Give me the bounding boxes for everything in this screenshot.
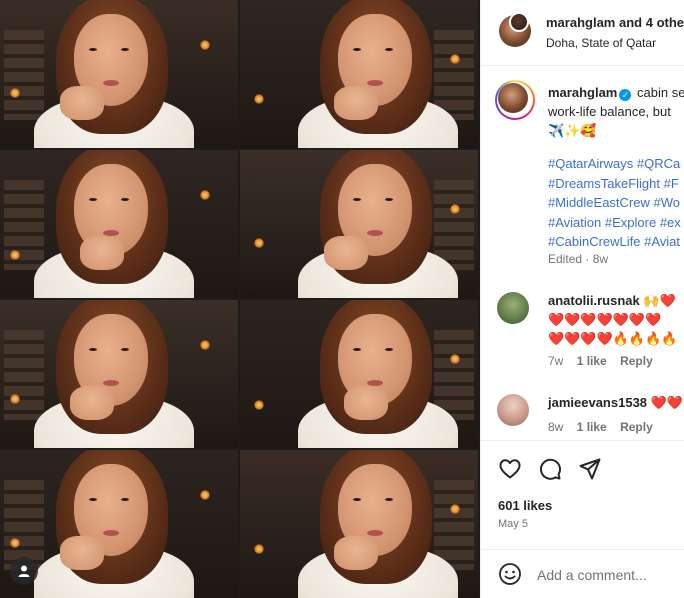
- photo-tile: [0, 150, 238, 298]
- hashtag-link[interactable]: #Aviation: [548, 215, 601, 230]
- hashtag-link[interactable]: #MiddleEastCrew: [548, 195, 650, 210]
- caption-username[interactable]: marahglam: [548, 85, 617, 100]
- caption-hashtags: #QatarAirways #QRCa #DreamsTakeFlight #F…: [548, 154, 681, 252]
- commenter-username[interactable]: anatolii.rusnak 🙌❤️: [548, 293, 676, 309]
- comment-item: anatolii.rusnak 🙌❤️ ❤️❤️❤️❤️❤️❤️❤️ ❤️❤️❤…: [481, 286, 684, 376]
- emoji-icon[interactable]: [498, 562, 522, 586]
- comment-meta: 7w 1 like Reply: [548, 354, 663, 368]
- photo-tile: [240, 0, 478, 148]
- post-photo-collage[interactable]: [0, 0, 480, 598]
- caption-avatar-ring[interactable]: [495, 80, 535, 120]
- coauthor-avatar[interactable]: [509, 12, 529, 32]
- comment-time[interactable]: 7w: [548, 354, 563, 368]
- post-actions: 601 likes May 5: [481, 440, 684, 598]
- account-icon[interactable]: [10, 557, 38, 585]
- hashtag-link[interactable]: #ex: [660, 215, 681, 230]
- hashtag-link[interactable]: #CabinCrewLife: [548, 234, 641, 249]
- photo-tile: [240, 150, 478, 298]
- hashtag-link[interactable]: #F: [664, 176, 679, 191]
- coauthors-link[interactable]: and 4 others: [619, 15, 684, 30]
- comment-text-line-1: 🙌❤️: [643, 293, 676, 308]
- caption-line-2: work-life balance, but: [548, 104, 671, 119]
- post-location[interactable]: Doha, State of Qatar: [546, 36, 656, 50]
- hashtag-link[interactable]: #QRCa: [637, 156, 680, 171]
- likes-count[interactable]: 601 likes: [498, 498, 552, 513]
- person-glyph: [18, 565, 30, 577]
- comment-likes[interactable]: 1 like: [577, 420, 607, 434]
- photo-tile: [240, 300, 478, 448]
- comment-text-line-2: ❤️❤️❤️❤️❤️❤️❤️: [548, 312, 662, 327]
- reply-button[interactable]: Reply: [620, 354, 653, 368]
- add-comment-bar: [481, 549, 684, 598]
- comment-meta: 8w 1 like Reply: [548, 420, 663, 434]
- hashtag-link[interactable]: #QatarAirways: [548, 156, 633, 171]
- post-date[interactable]: May 5: [498, 518, 528, 530]
- caption-line-1: cabin se: [637, 85, 684, 100]
- caption-avatar[interactable]: [498, 83, 528, 113]
- comment-item: jamieevans1538 ❤️❤️ 8w 1 like Reply: [481, 386, 684, 440]
- comment-input[interactable]: [537, 565, 684, 585]
- post-author-line: marahglam and 4 others: [546, 15, 684, 30]
- commenter-username[interactable]: jamieevans1538 ❤️❤️: [548, 395, 683, 411]
- hashtag-link[interactable]: #Wo: [654, 195, 681, 210]
- photo-tile: [0, 300, 238, 448]
- share-icon[interactable]: [578, 457, 602, 481]
- comment-text-line-1: ❤️❤️: [650, 395, 684, 410]
- caption-emoji: ✈️✨🥰: [548, 123, 597, 138]
- comment-icon[interactable]: [538, 457, 562, 481]
- author-username[interactable]: marahglam: [546, 15, 615, 30]
- photo-tile: [0, 0, 238, 148]
- post-side-panel: marahglam and 4 others Doha, State of Qa…: [480, 0, 684, 598]
- caption-text: marahglam ✓ cabin se work-life balance, b…: [548, 83, 684, 140]
- verified-badge-icon: ✓: [619, 89, 632, 101]
- commenter-avatar[interactable]: [497, 292, 529, 324]
- post-header: marahglam and 4 others Doha, State of Qa…: [481, 0, 684, 66]
- heart-icon[interactable]: [498, 457, 522, 481]
- reply-button[interactable]: Reply: [620, 420, 653, 434]
- hashtag-link[interactable]: #DreamsTakeFlight: [548, 176, 660, 191]
- hashtag-link[interactable]: #Explore: [605, 215, 656, 230]
- hashtag-link[interactable]: #Aviat: [644, 234, 680, 249]
- comment-likes[interactable]: 1 like: [577, 354, 607, 368]
- commenter-avatar[interactable]: [497, 394, 529, 426]
- photo-tile: [240, 450, 478, 598]
- comment-time[interactable]: 8w: [548, 420, 563, 434]
- edited-timestamp: Edited · 8w: [548, 252, 609, 266]
- comment-text-line-3: ❤️❤️❤️❤️🔥🔥🔥🔥: [548, 331, 678, 346]
- post-caption: marahglam ✓ cabin se work-life balance, b…: [481, 66, 684, 286]
